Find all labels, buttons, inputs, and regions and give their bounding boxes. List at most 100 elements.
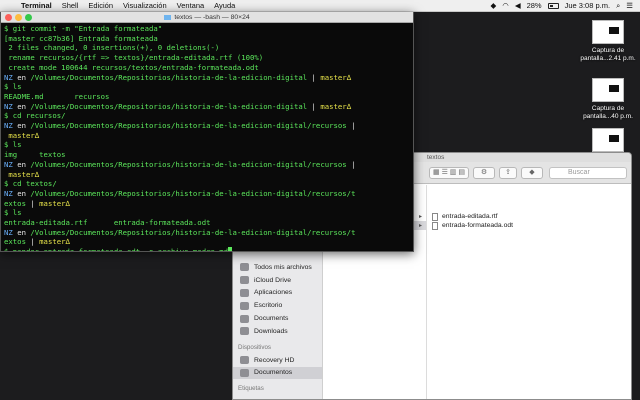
terminal-text: /Volumes/Documentos/Repositorios/histori…: [30, 72, 308, 82]
menu-shell[interactable]: Shell: [57, 1, 84, 10]
terminal-line: NZ en /Volumes/Documentos/Repositorios/h…: [4, 189, 410, 199]
sidebar-item-documentos[interactable]: Documentos: [233, 366, 322, 380]
dropbox-button[interactable]: ◆: [521, 167, 543, 179]
sidebar-item-icloud-drive[interactable]: iCloud Drive: [233, 274, 322, 287]
terminal-text: ∆: [34, 130, 40, 140]
terminal-line: $ ls: [4, 208, 410, 218]
document-icon: [432, 212, 438, 221]
terminal-titlebar: textos — -bash — 80×24: [1, 12, 413, 23]
sidebar-section-heading: Dispositivos: [238, 343, 272, 351]
terminal-line: master∆: [4, 170, 410, 180]
document-icon: [432, 221, 438, 230]
desktop-item-label: Captura de pantalla...2.41 p.m.: [580, 47, 636, 62]
terminal-title: textos — -bash — 80×24: [174, 14, 250, 21]
terminal-text: master: [39, 198, 66, 208]
wifi-icon[interactable]: ◠: [499, 1, 512, 10]
close-button[interactable]: [5, 14, 12, 21]
terminal-text: master: [320, 101, 347, 111]
terminal-text: NZ: [4, 188, 13, 198]
terminal-text: 2 files changed, 0 insertions(+), 0 dele…: [4, 43, 220, 53]
terminal-text: extos: [4, 198, 26, 208]
menu-edicion[interactable]: Edición: [83, 1, 118, 10]
terminal-line: extos | master∆: [4, 237, 410, 247]
text-cursor: [228, 247, 233, 251]
arrange-button[interactable]: ⚙: [473, 167, 495, 179]
terminal-text: |: [307, 72, 321, 82]
terminal-line: master∆: [4, 131, 410, 141]
minimize-button[interactable]: [15, 14, 22, 21]
terminal-text: README.md recursos: [4, 91, 110, 101]
sidebar-item-recovery-hd[interactable]: Recovery HD: [233, 354, 322, 367]
terminal-line: NZ en /Volumes/Documentos/Repositorios/h…: [4, 102, 410, 112]
sidebar-item-icon: [240, 301, 249, 310]
file-row[interactable]: entrada-formateada.odt: [427, 221, 631, 230]
search-icon[interactable]: ⌕: [613, 1, 623, 11]
terminal-text: en: [12, 188, 31, 198]
sidebar-item-icon: [240, 356, 249, 365]
menu-ventana[interactable]: Ventana: [172, 1, 210, 10]
view-mode-button[interactable]: ▦ ☰ ▥ ▤: [429, 167, 469, 179]
terminal-text: img textos: [4, 150, 66, 160]
desktop-screenshot-1[interactable]: Captura de pantalla...2.41 p.m.: [578, 20, 638, 63]
item-label: entrada-editada.rtf: [442, 213, 498, 220]
zoom-button[interactable]: [25, 14, 32, 21]
terminal-output[interactable]: $ git commit -m "Entrada formateada" [mas…: [1, 23, 413, 251]
terminal-text: ∆: [65, 198, 70, 208]
sidebar-item-label: Escritorio: [254, 302, 283, 310]
sidebar-item-icon: [240, 263, 249, 272]
sidebar-item-downloads[interactable]: Downloads: [233, 325, 322, 338]
terminal-text: [master cc87b36] Entrada formateada: [4, 33, 158, 43]
battery-icon[interactable]: [545, 1, 562, 10]
terminal-text: $ cd textos/: [4, 179, 57, 189]
finder-column-textos: entrada-editada.rtf entrada-formateada.od…: [427, 185, 631, 399]
share-button[interactable]: ⇪: [499, 167, 517, 179]
search-input[interactable]: Buscar: [549, 167, 627, 179]
sidebar-section-heading: Etiquetas: [238, 385, 264, 393]
sidebar-item-icon: [240, 288, 249, 297]
terminal-text: |: [307, 101, 321, 111]
terminal-text: $ cd recursos/: [4, 111, 66, 121]
terminal-text: |: [346, 121, 356, 131]
terminal-text: NZ: [4, 72, 13, 82]
terminal-text: /Volumes/Documentos/Repositorios/histori…: [30, 159, 347, 169]
terminal-text: /Volumes/Documentos/Repositorios/histori…: [30, 121, 347, 131]
folder-icon: [164, 14, 172, 20]
terminal-text: |: [25, 237, 40, 247]
terminal-text: en: [12, 121, 31, 131]
notification-center-icon[interactable]: ☰: [623, 1, 636, 10]
menu-visualizacion[interactable]: Visualización: [118, 1, 172, 10]
volume-icon[interactable]: ◀: [512, 1, 524, 10]
menu-terminal[interactable]: Terminal: [16, 1, 57, 10]
screenshot-thumbnail-icon: [592, 20, 624, 44]
item-label: entrada-formateada.odt: [442, 222, 514, 229]
terminal-line: $ git commit -m "Entrada formateada": [4, 24, 410, 34]
terminal-text: $ pandoc entrada-formateada.odt -o archi…: [4, 247, 228, 251]
terminal-text: NZ: [4, 227, 13, 237]
terminal-text: en: [12, 159, 31, 169]
menu-ayuda[interactable]: Ayuda: [209, 1, 240, 10]
terminal-text: master: [320, 72, 347, 82]
terminal-text: master: [4, 130, 35, 140]
sidebar-item-documents[interactable]: Documents: [233, 312, 322, 325]
terminal-text: |: [25, 198, 40, 208]
dropbox-icon[interactable]: ◆: [487, 1, 499, 10]
file-row[interactable]: entrada-editada.rtf: [427, 212, 631, 221]
desktop-screenshot-2[interactable]: Captura de pantalla...40 p.m.: [578, 78, 638, 121]
desktop-screenshot-3[interactable]: [578, 128, 638, 152]
sidebar-item-escritorio[interactable]: Escritorio: [233, 299, 322, 312]
terminal-text: entrada-editada.rtf entrada-formateada.o…: [4, 218, 211, 228]
sidebar-item-icon: [240, 276, 249, 285]
terminal-line: NZ en /Volumes/Documentos/Repositorios/h…: [4, 121, 410, 131]
sidebar-item-label: Documentos: [254, 369, 293, 377]
terminal-line: README.md recursos: [4, 92, 410, 102]
sidebar-item-label: Documents: [254, 315, 289, 323]
sidebar-item-aplicaciones[interactable]: Aplicaciones: [233, 287, 322, 300]
screenshot-thumbnail-icon: [592, 78, 624, 102]
terminal-text: master: [39, 237, 66, 247]
terminal-text: NZ: [4, 101, 13, 111]
clock[interactable]: Jue 3:08 p.m.: [562, 1, 613, 10]
terminal-text: master: [4, 169, 35, 179]
sidebar-item-label: Recovery HD: [254, 356, 295, 364]
sidebar-item-todos-mis-archivos[interactable]: Todos mis archivos: [233, 261, 322, 274]
battery-percent[interactable]: 28%: [524, 1, 545, 10]
